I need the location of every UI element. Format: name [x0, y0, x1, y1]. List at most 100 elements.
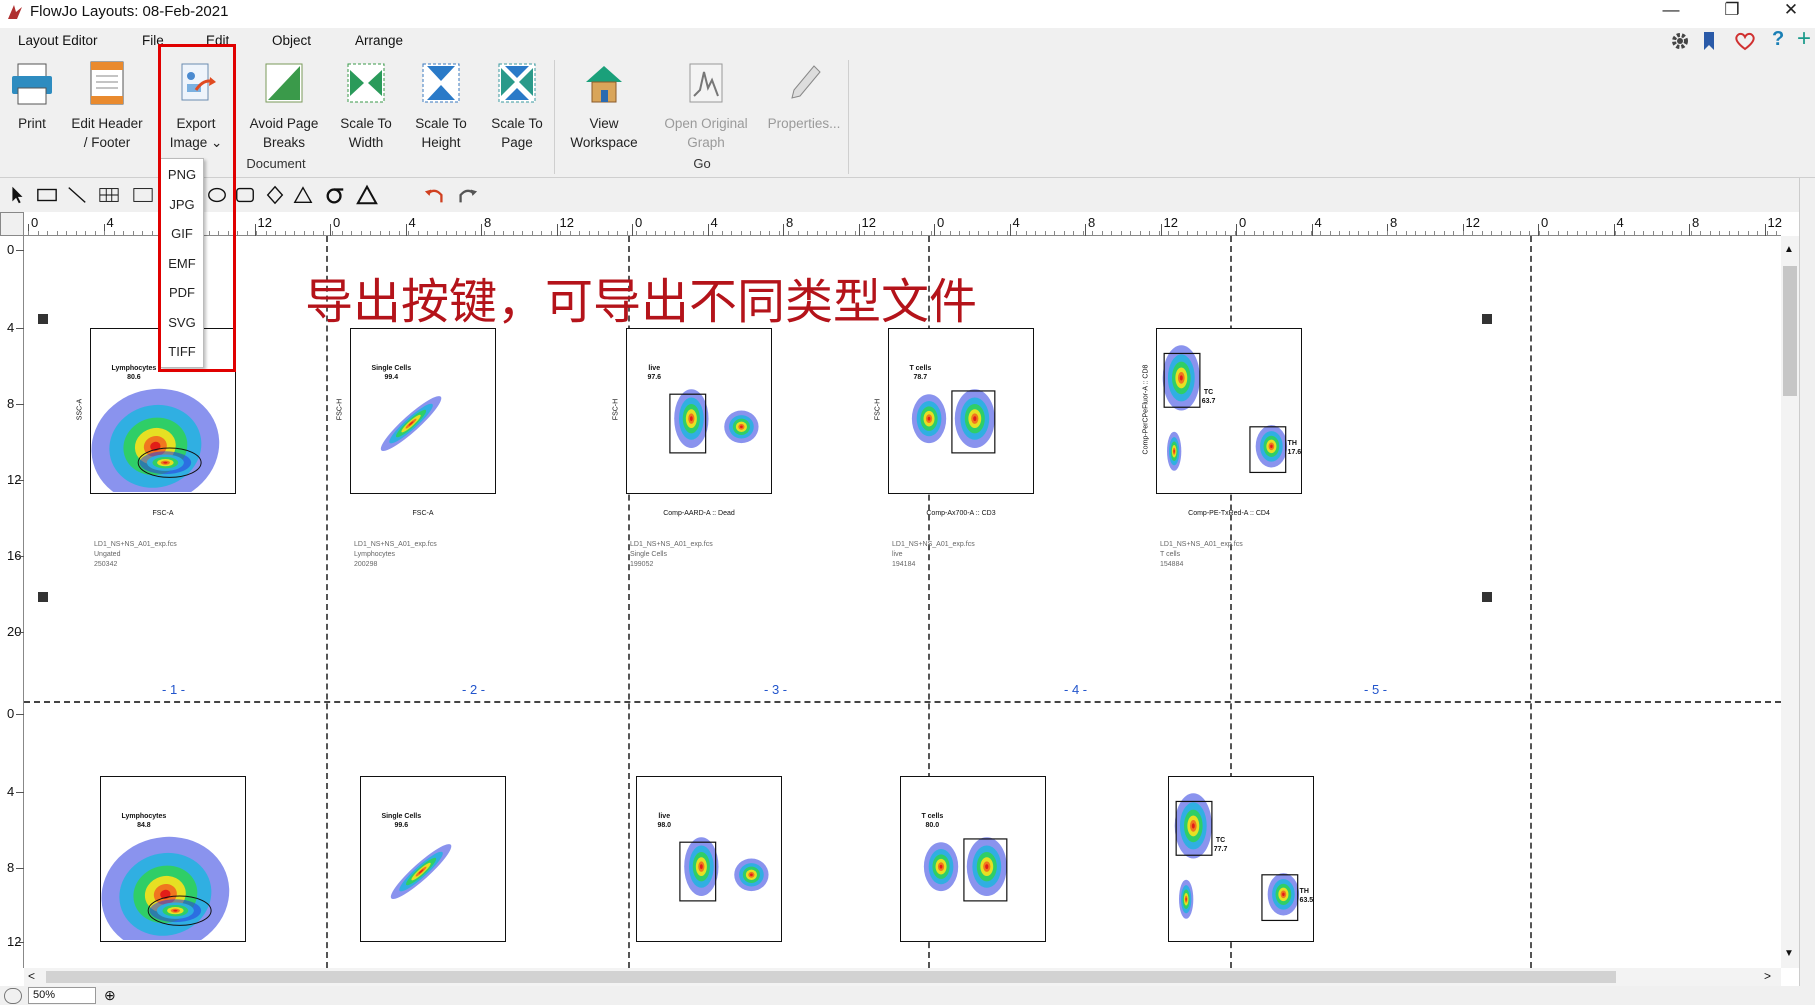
caption-line: Ungated — [94, 551, 121, 558]
flow-plot[interactable] — [100, 776, 246, 952]
add-icon[interactable]: + — [1797, 25, 1811, 53]
selection-handle[interactable] — [1482, 314, 1492, 324]
density-blob — [173, 909, 178, 912]
scroll-right-icon[interactable]: > — [1764, 969, 1771, 983]
ruler-tick — [330, 224, 331, 236]
flow-plot[interactable] — [1168, 776, 1314, 942]
zoom-field[interactable]: 50% — [28, 987, 96, 1004]
density-plot — [911, 389, 996, 454]
ruler-tick-label: 0 — [333, 215, 341, 230]
bookmark-icon[interactable] — [1702, 31, 1716, 51]
redo-icon[interactable] — [454, 183, 480, 207]
grid-tool-icon[interactable] — [130, 183, 156, 207]
rectangle-tool-icon[interactable] — [34, 183, 60, 207]
ruler-tick — [16, 868, 24, 869]
ruler-corner — [0, 212, 24, 236]
scale-to-width-button[interactable]: Scale To Width — [334, 60, 398, 152]
triangle-tool-icon[interactable] — [290, 183, 316, 207]
selection-handle[interactable] — [38, 314, 48, 324]
undo-icon[interactable] — [422, 183, 448, 207]
ribbon: Print Edit Header / Footer Export Image … — [0, 54, 1815, 178]
edit-header-footer-button[interactable]: Edit Header / Footer — [66, 60, 148, 152]
flow-plot[interactable] — [636, 776, 782, 942]
flow-plot[interactable] — [1156, 328, 1302, 494]
ruler-tick — [16, 556, 24, 557]
restore-button[interactable]: ❐ — [1709, 0, 1755, 22]
line-tool-icon[interactable] — [64, 183, 90, 207]
scroll-left-icon[interactable]: < — [28, 969, 35, 983]
ruler-tick-label: 12 — [861, 215, 876, 230]
open-original-graph-button[interactable]: Open Original Graph — [654, 60, 758, 152]
gear-icon[interactable] — [1670, 31, 1690, 51]
gate-name: TC — [1203, 389, 1214, 397]
menu-layout-editor[interactable]: Layout Editor — [18, 33, 98, 48]
flow-plot[interactable] — [360, 776, 506, 942]
group-label-document: Document — [246, 156, 306, 171]
horizontal-scroll-thumb[interactable] — [46, 971, 1616, 983]
ruler-tick — [632, 224, 633, 236]
minimize-button[interactable]: — — [1648, 0, 1694, 22]
scale-to-page-button[interactable]: Scale To Page — [484, 60, 550, 152]
ruler-tick-label: 8 — [484, 215, 492, 230]
help-icon[interactable]: ? — [1772, 28, 1784, 51]
vertical-scrollbar[interactable]: ▲ ▼ — [1781, 236, 1799, 968]
y-axis-label: Comp-PerCPeFluor-A :: CD8 — [1142, 364, 1150, 455]
gate-percent: 63.5 — [1299, 896, 1314, 904]
ruler-tick — [1009, 224, 1011, 236]
y-axis-label: SSC-A — [76, 398, 84, 421]
menu-object[interactable]: Object — [272, 33, 311, 48]
ruler-tick — [16, 250, 24, 251]
vertical-scroll-thumb[interactable] — [1783, 266, 1797, 396]
zoom-out-icon[interactable] — [4, 988, 22, 1004]
print-button[interactable]: Print — [8, 60, 56, 133]
sigma-tool-icon[interactable] — [322, 183, 348, 207]
ruler-tick-label: 0 — [1541, 215, 1549, 230]
page-number: - 2 - — [462, 682, 486, 697]
density-plot — [101, 836, 230, 952]
selection-handle[interactable] — [38, 592, 48, 602]
ruler-tick-label: 8 — [1088, 215, 1096, 230]
ruler-tick — [1160, 224, 1162, 236]
flow-plot[interactable] — [900, 776, 1046, 942]
ruler-tick-label: 0 — [31, 215, 39, 230]
gate-percent: 98.0 — [657, 821, 672, 829]
selection-handle[interactable] — [1482, 592, 1492, 602]
menu-arrange[interactable]: Arrange — [355, 33, 403, 48]
flow-plot[interactable] — [626, 328, 772, 494]
properties-side-panel[interactable] — [1799, 178, 1815, 986]
x-axis-label: Comp-Ax700-A :: CD3 — [926, 510, 996, 517]
flow-plot[interactable] — [350, 328, 496, 494]
table-tool-icon[interactable] — [96, 183, 122, 207]
zoom-in-icon[interactable]: ⊕ — [104, 987, 116, 1004]
ruler-tick-label: 0 — [7, 242, 15, 257]
delta-tool-icon[interactable] — [354, 183, 380, 207]
avoid-page-breaks-button[interactable]: Avoid Page Breaks — [244, 60, 324, 152]
flow-plot[interactable] — [888, 328, 1034, 494]
view-workspace-button[interactable]: View Workspace — [566, 60, 642, 152]
scroll-up-icon[interactable]: ▲ — [1784, 244, 1794, 255]
density-blob — [939, 864, 943, 869]
ribbon-separator — [848, 60, 849, 174]
ruler-tick-label: 12 — [559, 215, 574, 230]
avoid-page-breaks-icon — [265, 63, 303, 103]
caption-line: Single Cells — [630, 551, 667, 558]
ruler-tick-label: 4 — [7, 784, 15, 799]
diamond-tool-icon[interactable] — [262, 183, 288, 207]
ruler-tick — [405, 224, 407, 236]
plot-caption: LD1_NS+NS_A01_exp.fcs Ungated 250342 — [94, 540, 177, 570]
heart-icon[interactable] — [1734, 31, 1756, 51]
select-arrow-icon[interactable] — [4, 183, 30, 207]
page-break-line — [24, 701, 1781, 703]
close-button[interactable]: ✕ — [1768, 0, 1814, 22]
ruler-tick — [16, 714, 24, 715]
ruler-tick — [16, 942, 24, 943]
gate-label: TH 17.6 — [1288, 439, 1302, 457]
scroll-down-icon[interactable]: ▼ — [1784, 948, 1794, 959]
horizontal-scrollbar[interactable]: < > — [24, 968, 1781, 986]
scale-to-height-button[interactable]: Scale To Height — [408, 60, 474, 152]
gate-name: TH — [1299, 887, 1309, 895]
layout-canvas[interactable]: Lymphocytes 80.6 FSC-A SSC-A LD1_NS+NS_A01_e… — [24, 236, 1781, 968]
status-bar: 50% ⊕ — [0, 986, 1815, 1005]
properties-button[interactable]: Properties... — [764, 60, 844, 133]
ruler-tick — [16, 328, 24, 329]
